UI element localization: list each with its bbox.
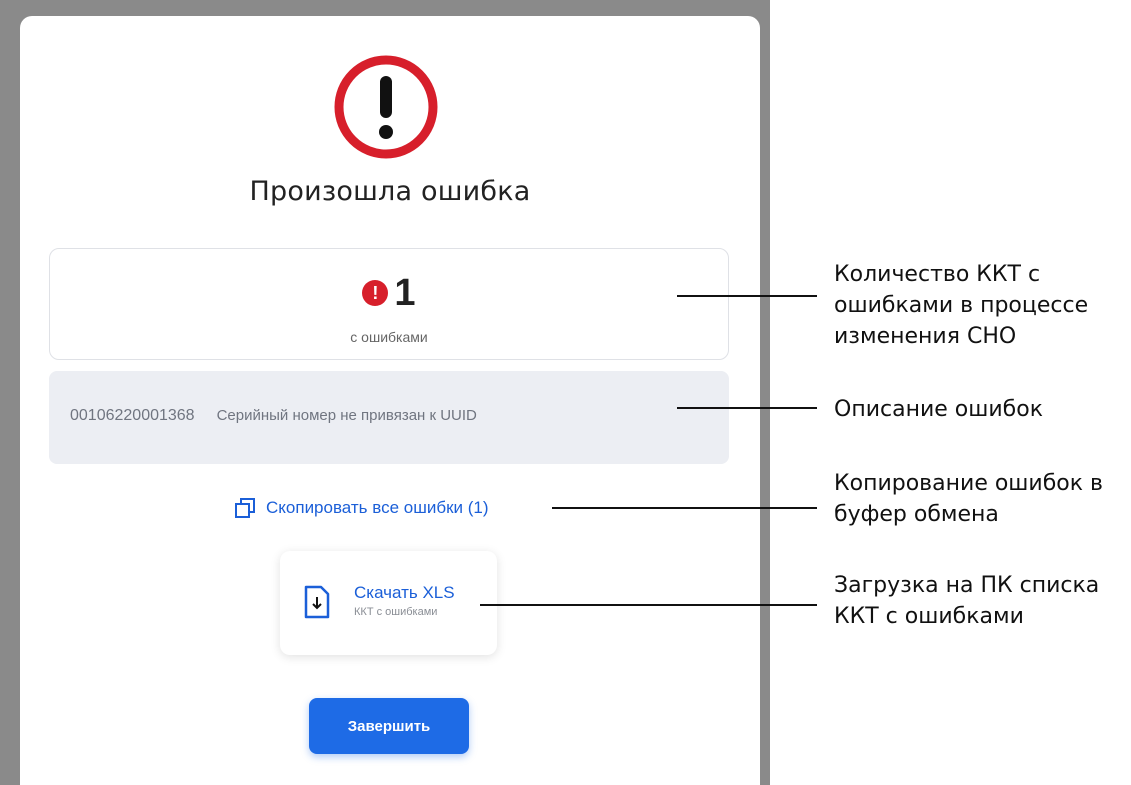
callout-line-count [677, 295, 817, 297]
download-xls-card[interactable]: Скачать XLS ККТ с ошибками [280, 551, 497, 655]
error-list-item: 00106220001368 Серийный номер не привяза… [70, 407, 477, 425]
download-xls-subtitle: ККТ с ошибками [354, 606, 438, 618]
copy-icon [235, 498, 255, 518]
error-serial: 00106220001368 [70, 407, 195, 424]
error-count: 1 [394, 272, 416, 314]
copy-errors-link[interactable]: Скопировать все ошибки (1) [234, 497, 489, 519]
modal-title: Произошла ошибка [249, 176, 531, 207]
callout-download: Загрузка на ПК списка ККТ с ошибками [834, 573, 1100, 629]
file-download-icon [304, 585, 330, 619]
callout-line-download [480, 604, 817, 606]
error-description: Серийный номер не привязан к UUID [216, 407, 477, 424]
finish-button[interactable]: Завершить [309, 698, 469, 754]
callout-line-copy [552, 507, 817, 509]
callout-description: Описание ошибок [834, 397, 1043, 422]
error-count-label: с ошибками [350, 329, 428, 345]
error-dot-icon: ! [362, 280, 389, 306]
callout-line-description [677, 407, 817, 409]
warning-circle-icon [334, 55, 438, 159]
download-xls-title: Скачать XLS [354, 583, 455, 602]
error-list: 00106220001368 Серийный номер не привяза… [49, 371, 729, 464]
callout-count: Количество ККТ с ошибками в процессе изм… [834, 262, 1089, 349]
error-count-card: ! 1 с ошибками [49, 248, 729, 360]
copy-errors-label: Скопировать все ошибки (1) [266, 498, 489, 517]
callout-copy: Копирование ошибок в буфер обмена [834, 471, 1104, 527]
error-modal: Произошла ошибка ! 1 с ошибками 00106220… [20, 16, 760, 785]
